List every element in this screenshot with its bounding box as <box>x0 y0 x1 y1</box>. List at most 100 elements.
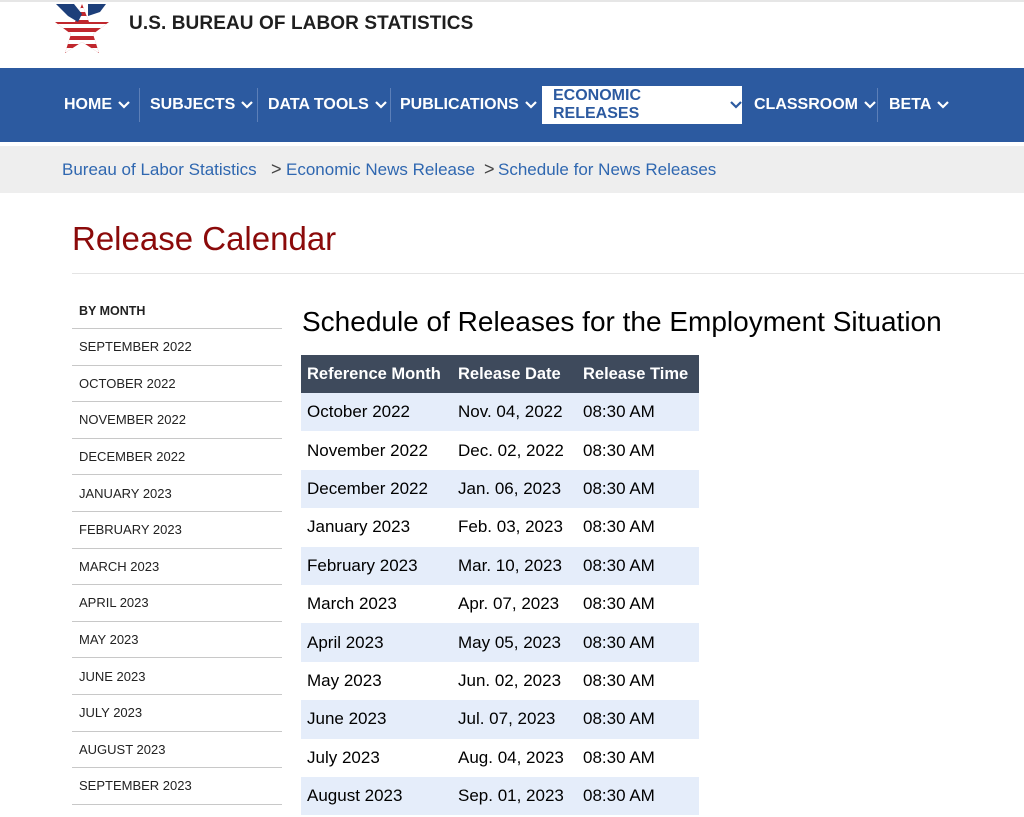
nav-divider <box>257 88 258 122</box>
reference-month-cell: February 2023 <box>301 546 452 585</box>
breadcrumb: Bureau of Labor Statistics > Economic Ne… <box>0 146 1024 193</box>
sidebar-item-february-2023[interactable]: FEBRUARY 2023 <box>72 512 282 549</box>
release-date-cell: Jun. 02, 2023 <box>452 661 577 701</box>
nav-divider <box>877 88 878 122</box>
release-time-cell: 08:30 AM <box>577 776 699 816</box>
masthead: U.S. BUREAU OF LABOR STATISTICS <box>0 2 1024 68</box>
section-title: Schedule of Releases for the Employment … <box>302 306 942 337</box>
table-row: October 2022 Nov. 04, 2022 08:30 AM <box>301 393 699 432</box>
reference-month-cell: December 2022 <box>301 469 452 509</box>
release-time-cell: 08:30 AM <box>577 584 699 624</box>
sidebar-item-november-2022[interactable]: NOVEMBER 2022 <box>72 402 282 439</box>
page-title: Release Calendar <box>72 220 337 257</box>
release-time-cell: 08:30 AM <box>577 508 699 547</box>
nav-classroom[interactable]: CLASSROOM <box>754 86 876 124</box>
release-time-cell: 08:30 AM <box>577 661 699 701</box>
breadcrumb-separator: > <box>271 159 282 179</box>
nav-publications[interactable]: PUBLICATIONS <box>400 86 537 124</box>
reference-month-cell: March 2023 <box>301 584 452 624</box>
release-date-cell: May 05, 2023 <box>452 623 577 662</box>
nav-subjects-label: SUBJECTS <box>150 96 236 113</box>
release-date-cell: Apr. 07, 2023 <box>452 584 577 624</box>
table-row: March 2023 Apr. 07, 2023 08:30 AM <box>301 584 699 624</box>
sidebar-item-march-2023[interactable]: MARCH 2023 <box>72 549 282 586</box>
nav-subjects[interactable]: SUBJECTS <box>150 86 254 124</box>
chevron-down-icon <box>241 101 254 109</box>
reference-month-cell: October 2022 <box>301 393 452 432</box>
breadcrumb-separator: > <box>484 159 495 179</box>
sidebar-item-june-2023[interactable]: JUNE 2023 <box>72 658 282 695</box>
table-row: April 2023 May 05, 2023 08:30 AM <box>301 623 699 662</box>
table-row: May 2023 Jun. 02, 2023 08:30 AM <box>301 661 699 701</box>
release-date-cell: Feb. 03, 2023 <box>452 508 577 547</box>
sidebar-item-august-2023[interactable]: AUGUST 2023 <box>72 732 282 769</box>
nav-data-tools[interactable]: DATA TOOLS <box>268 86 387 124</box>
breadcrumb-economic-news-release[interactable]: Economic News Release <box>286 160 475 180</box>
bls-star-logo-icon[interactable] <box>52 2 112 56</box>
nav-economic-releases-label: ECONOMIC RELEASES <box>553 87 641 122</box>
release-time-cell: 08:30 AM <box>577 393 699 432</box>
chevron-down-icon <box>730 101 742 109</box>
nav-economic-releases[interactable]: ECONOMIC RELEASES <box>542 86 742 124</box>
main-nav: HOME SUBJECTS DATA TOOLS PUBLICATIONS EC… <box>0 68 1024 142</box>
table-row: February 2023 Mar. 10, 2023 08:30 AM <box>301 546 699 585</box>
chevron-down-icon <box>374 101 387 109</box>
agency-name[interactable]: U.S. BUREAU OF LABOR STATISTICS <box>129 13 473 35</box>
release-date-cell: Mar. 10, 2023 <box>452 546 577 585</box>
reference-month-cell: June 2023 <box>301 700 452 739</box>
breadcrumb-schedule[interactable]: Schedule for News Releases <box>498 160 716 180</box>
sidebar-item-september-2022[interactable]: SEPTEMBER 2022 <box>72 329 282 366</box>
sidebar-item-october-2022[interactable]: OCTOBER 2022 <box>72 366 282 403</box>
table-header-row: Reference Month Release Date Release Tim… <box>301 355 699 393</box>
reference-month-cell: August 2023 <box>301 776 452 816</box>
month-sidebar: BY MONTH SEPTEMBER 2022 OCTOBER 2022 NOV… <box>72 292 282 805</box>
release-time-cell: 08:30 AM <box>577 623 699 662</box>
table-row: January 2023 Feb. 03, 2023 08:30 AM <box>301 508 699 547</box>
release-date-cell: Sep. 01, 2023 <box>452 776 577 816</box>
release-date-cell: Nov. 04, 2022 <box>452 393 577 432</box>
sidebar-heading: BY MONTH <box>72 292 282 329</box>
release-time-cell: 08:30 AM <box>577 700 699 739</box>
release-date-cell: Dec. 02, 2022 <box>452 431 577 470</box>
release-date-cell: Aug. 04, 2023 <box>452 738 577 777</box>
chevron-down-icon <box>118 101 130 109</box>
sidebar-item-december-2022[interactable]: DECEMBER 2022 <box>72 439 282 476</box>
reference-month-cell: November 2022 <box>301 431 452 470</box>
table-row: June 2023 Jul. 07, 2023 08:30 AM <box>301 700 699 739</box>
sidebar-item-january-2023[interactable]: JANUARY 2023 <box>72 475 282 512</box>
nav-beta[interactable]: BETA <box>889 86 950 124</box>
nav-home-label: HOME <box>64 96 112 113</box>
sidebar-item-september-2023[interactable]: SEPTEMBER 2023 <box>72 768 282 805</box>
table-row: November 2022 Dec. 02, 2022 08:30 AM <box>301 431 699 470</box>
release-schedule-table: Reference Month Release Date Release Tim… <box>301 355 699 816</box>
chevron-down-icon <box>937 101 950 109</box>
nav-data-tools-label: DATA TOOLS <box>268 96 369 113</box>
nav-classroom-label: CLASSROOM <box>754 96 858 113</box>
release-time-cell: 08:30 AM <box>577 431 699 470</box>
release-time-cell: 08:30 AM <box>577 469 699 509</box>
release-time-cell: 08:30 AM <box>577 546 699 585</box>
nav-publications-label: PUBLICATIONS <box>400 96 519 113</box>
reference-month-cell: April 2023 <box>301 623 452 662</box>
sidebar-item-may-2023[interactable]: MAY 2023 <box>72 622 282 659</box>
nav-divider <box>390 88 391 122</box>
nav-divider <box>139 88 140 122</box>
column-header-release-time: Release Time <box>577 355 699 393</box>
sidebar-item-july-2023[interactable]: JULY 2023 <box>72 695 282 732</box>
reference-month-cell: July 2023 <box>301 738 452 777</box>
release-date-cell: Jan. 06, 2023 <box>452 469 577 509</box>
column-header-release-date: Release Date <box>452 355 577 393</box>
column-header-reference-month: Reference Month <box>301 355 452 393</box>
release-date-cell: Jul. 07, 2023 <box>452 700 577 739</box>
chevron-down-icon <box>525 101 537 109</box>
reference-month-cell: May 2023 <box>301 661 452 701</box>
reference-month-cell: January 2023 <box>301 508 452 547</box>
table-row: August 2023 Sep. 01, 2023 08:30 AM <box>301 776 699 816</box>
chevron-down-icon <box>864 101 876 109</box>
breadcrumb-bls[interactable]: Bureau of Labor Statistics <box>62 160 257 180</box>
table-row: December 2022 Jan. 06, 2023 08:30 AM <box>301 469 699 509</box>
sidebar-item-april-2023[interactable]: APRIL 2023 <box>72 585 282 622</box>
nav-home[interactable]: HOME <box>64 86 130 124</box>
nav-beta-label: BETA <box>889 96 932 113</box>
release-time-cell: 08:30 AM <box>577 738 699 777</box>
